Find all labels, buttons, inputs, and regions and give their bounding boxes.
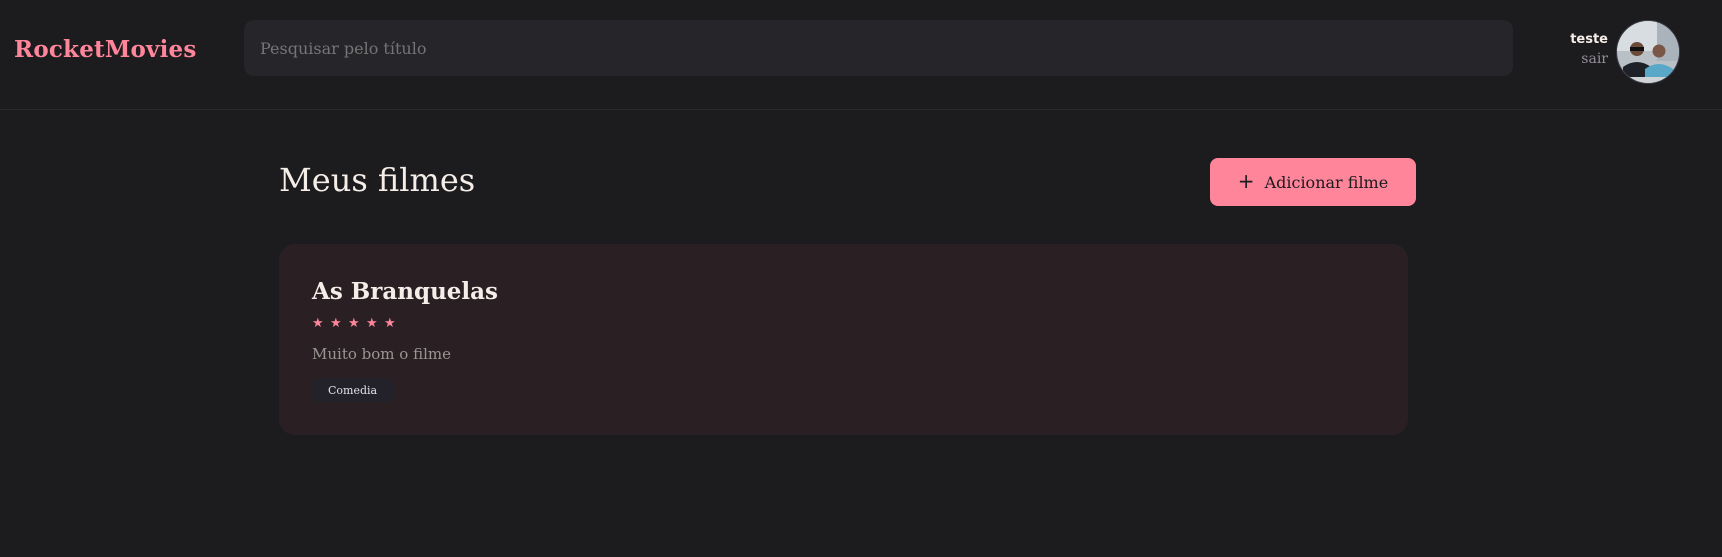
plus-icon: + <box>1237 168 1255 193</box>
signout-link[interactable]: sair <box>1570 51 1608 67</box>
avatar-photo <box>1617 21 1679 83</box>
rating-stars: ★ ★ ★ ★ ★ <box>312 316 396 331</box>
star-icon: ★ <box>330 316 342 331</box>
add-movie-label: Adicionar filme <box>1264 172 1389 192</box>
star-icon: ★ <box>312 316 324 331</box>
top-header: RocketMovies teste sair <box>0 0 1722 110</box>
app-logo[interactable]: RocketMovies <box>14 36 197 63</box>
profile-name: teste <box>1570 32 1608 47</box>
main-content: Meus filmes + Adicionar filme As Branque… <box>0 111 1722 557</box>
star-icon: ★ <box>366 316 378 331</box>
page-title: Meus filmes <box>279 161 476 199</box>
movie-title: As Branquelas <box>312 278 499 305</box>
movie-description: Muito bom o filme <box>312 345 451 363</box>
star-icon: ★ <box>384 316 396 331</box>
movie-tag: Comedia <box>312 378 394 402</box>
profile-info: teste sair <box>1570 32 1608 67</box>
movie-card[interactable]: As Branquelas ★ ★ ★ ★ ★ Muito bom o film… <box>279 244 1408 435</box>
search-input[interactable] <box>244 20 1513 76</box>
avatar[interactable] <box>1616 20 1680 84</box>
add-movie-button[interactable]: + Adicionar filme <box>1210 158 1416 206</box>
star-icon: ★ <box>348 316 360 331</box>
